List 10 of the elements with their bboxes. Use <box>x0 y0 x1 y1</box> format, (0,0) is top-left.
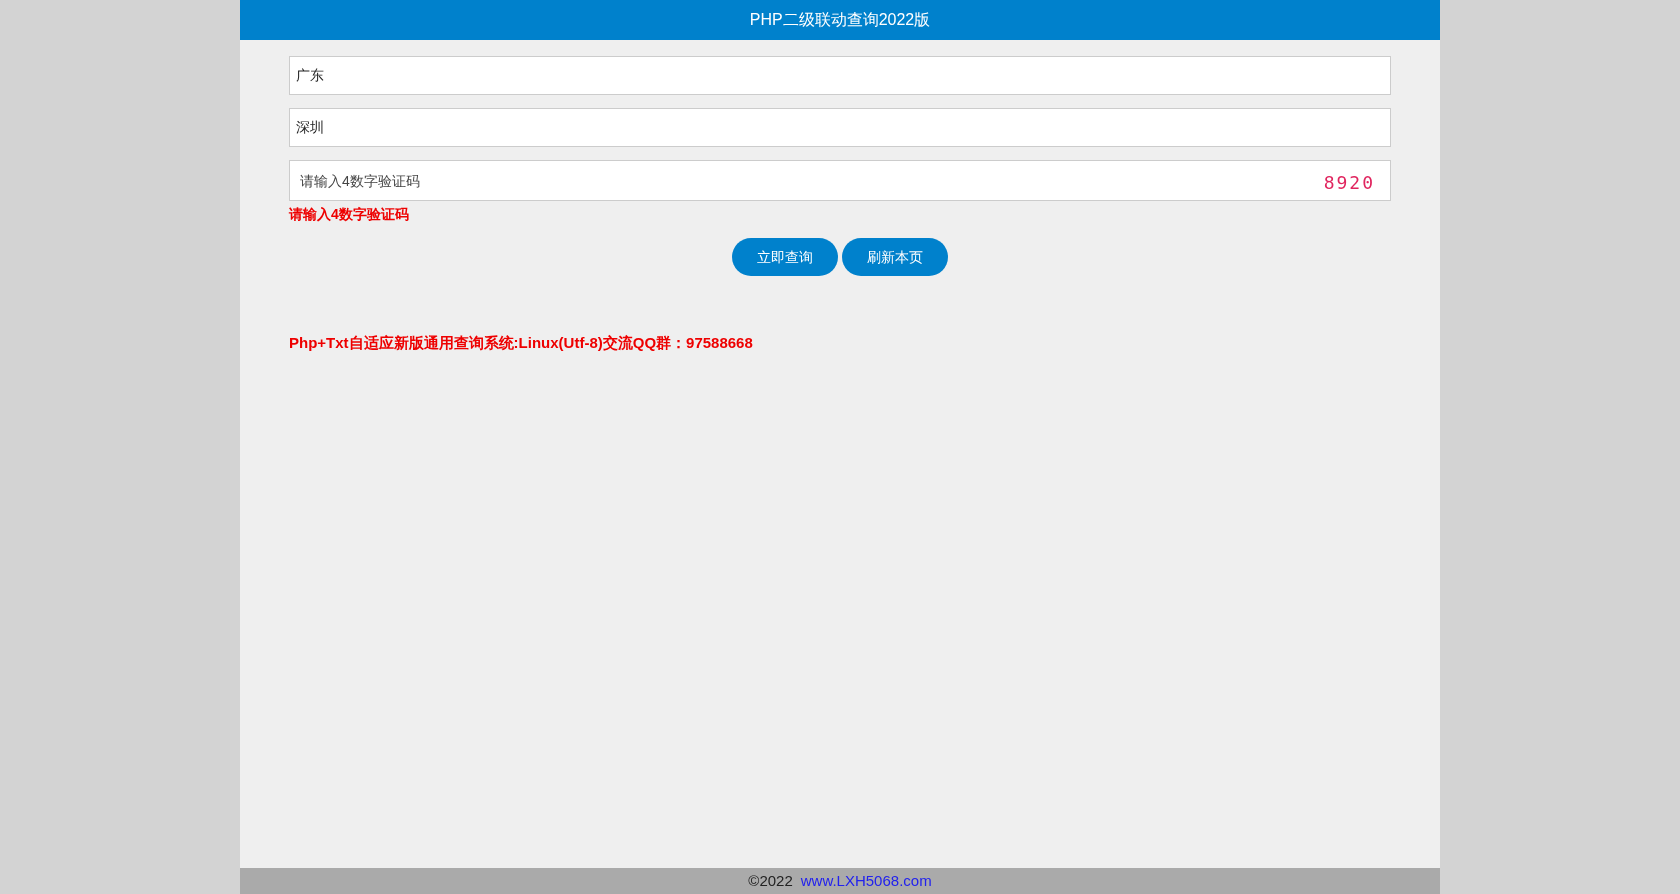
input-field[interactable]: 广东 <box>289 56 1391 95</box>
page-title: PHP二级联动查询2022版 <box>749 10 931 30</box>
action-button[interactable]: 刷新本页 <box>842 238 948 276</box>
notice-text: Php+Txt自适应新版通用查询系统:Linux(Utf-8)交流QQ群：97588668 <box>289 333 754 353</box>
input-field[interactable]: 深圳 <box>289 108 1391 147</box>
site-link[interactable]: www.LXH5068.com <box>800 869 932 893</box>
error-message: 请输入4数字验证码 <box>289 205 410 224</box>
captcha-code: 8920 <box>1323 171 1375 195</box>
copyright-text: ©2022 <box>748 870 793 891</box>
action-button[interactable]: 立即查询 <box>732 238 838 276</box>
